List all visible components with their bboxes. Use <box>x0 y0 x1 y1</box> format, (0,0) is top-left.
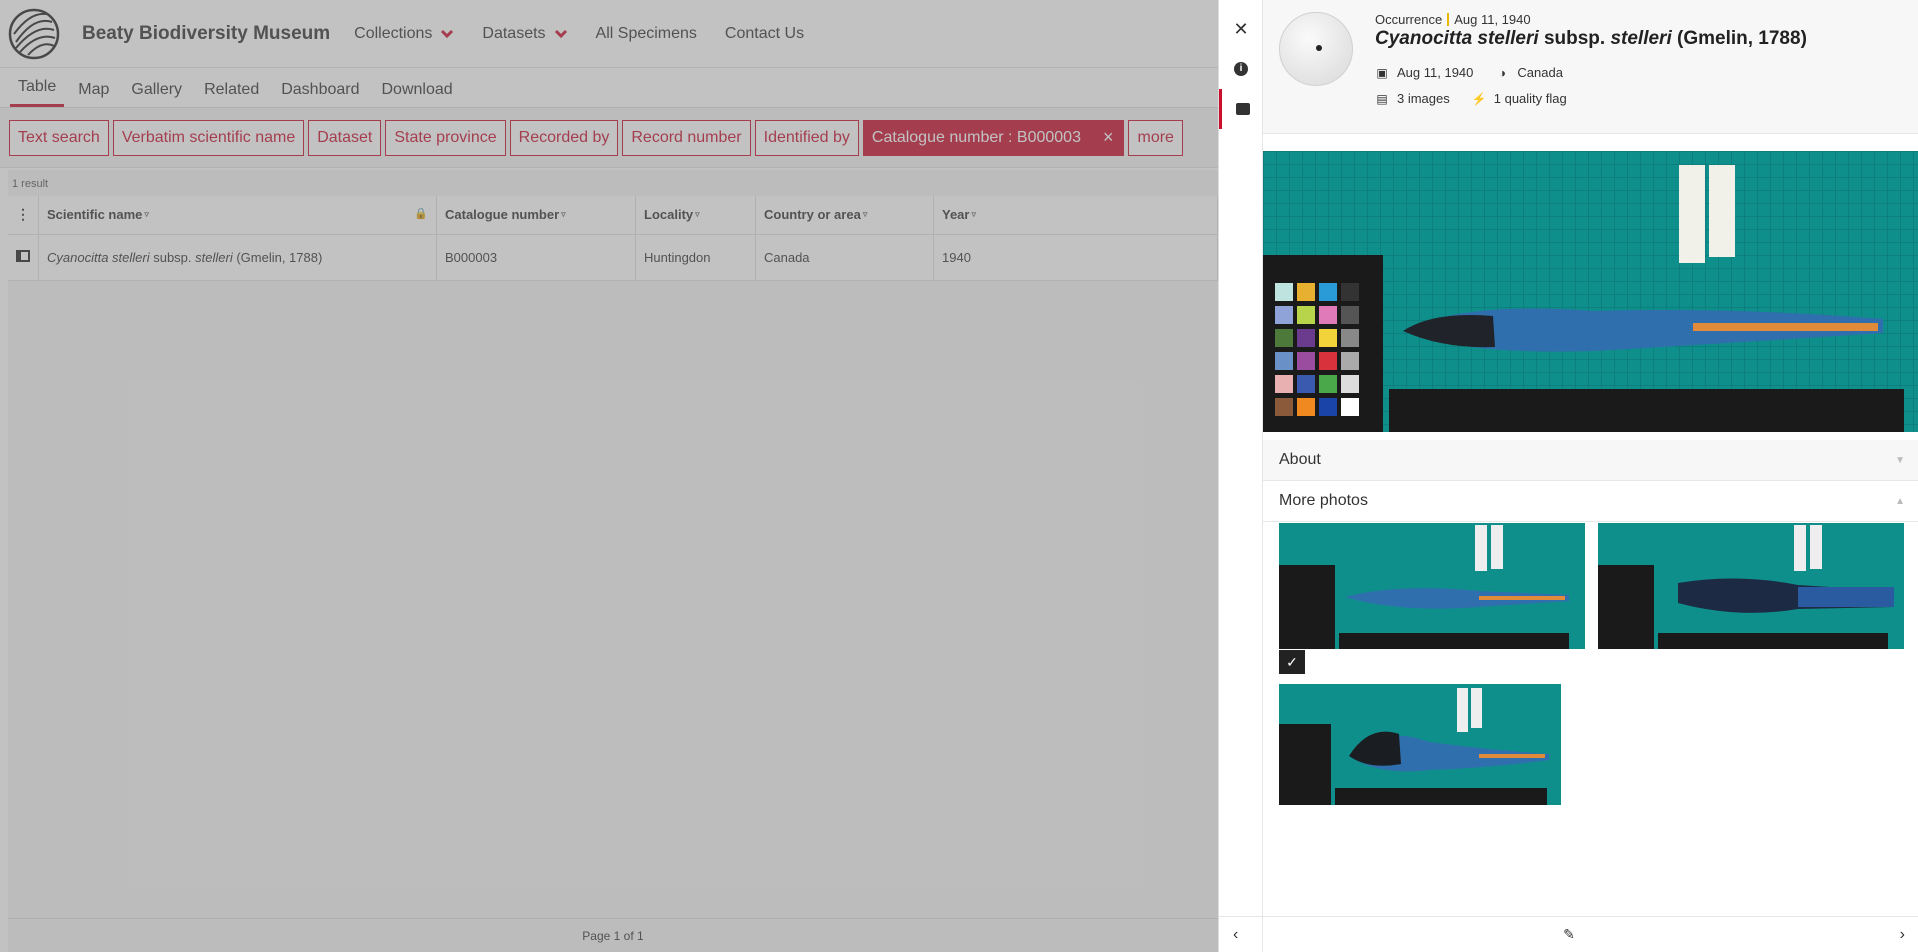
about-section-title: About <box>1279 451 1321 468</box>
title-author: (Gmelin, 1788) <box>1671 28 1807 49</box>
meta-quality-text: 1 quality flag <box>1493 91 1567 106</box>
calendar-icon: ▣ <box>1376 65 1388 80</box>
images-icon: ▤ <box>1376 91 1388 106</box>
gbif-logo-icon[interactable]: ✎ <box>1563 926 1575 943</box>
meta-images: ▤ 3 images <box>1375 91 1450 106</box>
close-icon: ✕ <box>1233 18 1249 39</box>
meta-date-text: Aug 11, 1940 <box>1397 65 1474 80</box>
meta-country-text: Canada <box>1517 65 1563 80</box>
specimen-thumbnail[interactable] <box>1279 684 1561 805</box>
more-photos-section-title: More photos <box>1279 492 1368 509</box>
occurrence-summary: Occurrence Aug 11, 1940 Cyanocitta stelle… <box>1263 0 1918 134</box>
meta-row-2: ▤ 3 images ⚡ 1 quality flag <box>1375 91 1589 106</box>
chevron-right-icon[interactable]: › <box>1900 926 1905 944</box>
images-tab-button[interactable] <box>1219 89 1263 129</box>
occurrence-title: Cyanocitta stelleri subsp. stelleri (Gme… <box>1375 28 1807 50</box>
info-icon: i <box>1234 62 1248 76</box>
title-rank: subsp. <box>1538 28 1611 49</box>
lightning-icon: ⚡ <box>1471 91 1487 106</box>
image-icon <box>1235 103 1250 115</box>
meta-images-text: 3 images <box>1397 91 1450 106</box>
meta-date: ▣ Aug 11, 1940 <box>1375 65 1473 80</box>
location-dot <box>1316 45 1322 51</box>
specimen-main-image[interactable] <box>1263 151 1918 432</box>
about-section-header[interactable]: About ▼ <box>1263 440 1918 481</box>
occurrence-drawer: ✕ i Occurrence Aug 11, 1940 Cyanocitta st… <box>1218 0 1918 952</box>
occurrence-date: Aug 11, 1940 <box>1454 12 1531 27</box>
chevron-down-icon: ▼ <box>1895 454 1905 466</box>
meta-country: ◑ Canada <box>1495 65 1563 80</box>
drawer-rail: ✕ i <box>1219 0 1263 952</box>
chevron-left-icon[interactable]: ‹ <box>1233 926 1238 944</box>
meta-row-1: ▣ Aug 11, 1940 ◑ Canada <box>1375 65 1585 80</box>
meta-quality: ⚡ 1 quality flag <box>1472 91 1567 106</box>
specimen-thumbnail[interactable] <box>1598 523 1904 649</box>
modal-backdrop[interactable] <box>0 0 1218 952</box>
title-species: Cyanocitta stelleri <box>1375 28 1539 49</box>
specimen-thumbnail[interactable] <box>1279 523 1585 649</box>
globe-icon: ◑ <box>1498 65 1507 80</box>
drawer-content: Occurrence Aug 11, 1940 Cyanocitta stelle… <box>1263 0 1918 916</box>
drawer-bottom-nav: ‹ ✎ › <box>1219 916 1918 952</box>
kicker-separator <box>1447 13 1450 26</box>
chevron-up-icon: ▲ <box>1895 495 1905 507</box>
close-drawer-button[interactable]: ✕ <box>1219 9 1263 49</box>
occurrence-kicker: Occurrence Aug 11, 1940 <box>1375 12 1531 27</box>
occurrence-kind: Occurrence <box>1375 12 1443 27</box>
more-photos-section-header[interactable]: More photos ▲ <box>1263 481 1918 522</box>
info-tab-button[interactable]: i <box>1219 49 1263 89</box>
globe-map-icon <box>1279 12 1353 86</box>
title-infra: stelleri <box>1610 28 1672 49</box>
selected-checkmark-icon: ✓ <box>1279 650 1305 674</box>
